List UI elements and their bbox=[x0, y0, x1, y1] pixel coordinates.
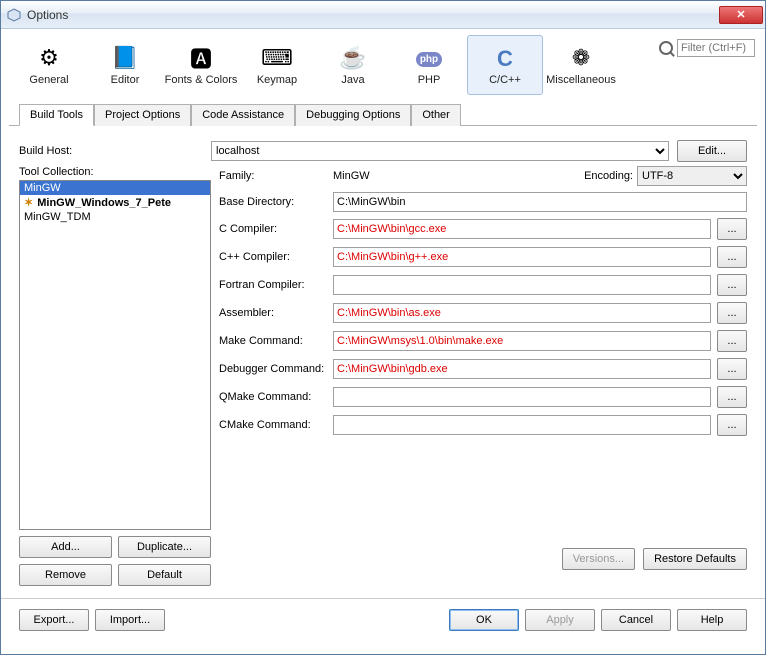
ok-button[interactable]: OK bbox=[449, 609, 519, 631]
field-input-make-command[interactable] bbox=[333, 331, 711, 351]
field-input-debugger-command[interactable] bbox=[333, 359, 711, 379]
tool-item[interactable]: ✶ MinGW_Windows_7_Pete bbox=[20, 195, 210, 210]
browse-button[interactable]: ... bbox=[717, 274, 747, 296]
remove-button[interactable]: Remove bbox=[19, 564, 112, 586]
family-label: Family: bbox=[219, 170, 327, 182]
field-label: Make Command: bbox=[219, 335, 327, 347]
edit-host-button[interactable]: Edit... bbox=[677, 140, 747, 162]
category-keymap[interactable]: ⌨ Keymap bbox=[239, 35, 315, 95]
tab-code-assistance[interactable]: Code Assistance bbox=[191, 104, 295, 126]
keymap-icon: ⌨ bbox=[263, 44, 291, 72]
field-input-cmake-command[interactable] bbox=[333, 415, 711, 435]
field-input-base-directory[interactable] bbox=[333, 192, 747, 212]
category-label: General bbox=[29, 74, 68, 86]
field-label: Assembler: bbox=[219, 307, 327, 319]
build-host-select[interactable]: localhost bbox=[211, 141, 669, 161]
encoding-select[interactable]: UTF-8 bbox=[637, 166, 747, 186]
tab-debugging-options[interactable]: Debugging Options bbox=[295, 104, 411, 126]
category-php[interactable]: php PHP bbox=[391, 35, 467, 95]
general-icon: ⚙ bbox=[35, 44, 63, 72]
family-value: MinGW bbox=[333, 170, 370, 182]
category-label: Keymap bbox=[257, 74, 297, 86]
category-miscellaneous[interactable]: ❁ Miscellaneous bbox=[543, 35, 619, 95]
php-icon: php bbox=[415, 44, 443, 72]
browse-button[interactable]: ... bbox=[717, 302, 747, 324]
duplicate-button[interactable]: Duplicate... bbox=[118, 536, 211, 558]
tool-collection-label: Tool Collection: bbox=[19, 166, 211, 178]
apply-button[interactable]: Apply bbox=[525, 609, 595, 631]
field-label: CMake Command: bbox=[219, 419, 327, 431]
tool-item-label: MinGW_Windows_7_Pete bbox=[37, 197, 171, 209]
help-button[interactable]: Help bbox=[677, 609, 747, 631]
field-label: Fortran Compiler: bbox=[219, 279, 327, 291]
close-button[interactable]: ✕ bbox=[719, 6, 763, 24]
import-button[interactable]: Import... bbox=[95, 609, 165, 631]
editor-icon: 📘 bbox=[111, 44, 139, 72]
field-input-qmake-command[interactable] bbox=[333, 387, 711, 407]
field-input-assembler[interactable] bbox=[333, 303, 711, 323]
browse-button[interactable]: ... bbox=[717, 386, 747, 408]
miscellaneous-icon: ❁ bbox=[567, 44, 595, 72]
category-label: Java bbox=[341, 74, 364, 86]
category-c-c-[interactable]: C C/C++ bbox=[467, 35, 543, 95]
field-label: C Compiler: bbox=[219, 223, 327, 235]
add-button[interactable]: Add... bbox=[19, 536, 112, 558]
tool-item[interactable]: MinGW_TDM bbox=[20, 210, 210, 224]
app-icon bbox=[7, 8, 21, 22]
field-label: C++ Compiler: bbox=[219, 251, 327, 263]
field-input-c-compiler[interactable] bbox=[333, 219, 711, 239]
browse-button[interactable]: ... bbox=[717, 218, 747, 240]
tab-project-options[interactable]: Project Options bbox=[94, 104, 191, 126]
browse-button[interactable]: ... bbox=[717, 414, 747, 436]
filter-input[interactable] bbox=[677, 39, 755, 57]
field-input-fortran-compiler[interactable] bbox=[333, 275, 711, 295]
footer: Export... Import... OK Apply Cancel Help bbox=[1, 599, 765, 641]
encoding-label: Encoding: bbox=[584, 170, 633, 182]
category-editor[interactable]: 📘 Editor bbox=[87, 35, 163, 95]
cancel-button[interactable]: Cancel bbox=[601, 609, 671, 631]
field-label: Debugger Command: bbox=[219, 363, 327, 375]
field-label: Base Directory: bbox=[219, 196, 327, 208]
title-bar: Options ✕ bbox=[1, 1, 765, 29]
category-label: Editor bbox=[111, 74, 140, 86]
category-general[interactable]: ⚙ General bbox=[11, 35, 87, 95]
restore-defaults-button[interactable]: Restore Defaults bbox=[643, 548, 747, 570]
category-label: C/C++ bbox=[489, 74, 521, 86]
category-fonts-colors[interactable]: 🅰 Fonts & Colors bbox=[163, 35, 239, 95]
tool-item[interactable]: MinGW bbox=[20, 181, 210, 195]
category-label: Fonts & Colors bbox=[165, 74, 238, 86]
tab-other[interactable]: Other bbox=[411, 104, 461, 126]
versions-button[interactable]: Versions... bbox=[562, 548, 635, 570]
browse-button[interactable]: ... bbox=[717, 358, 747, 380]
tool-item-label: MinGW bbox=[24, 182, 61, 194]
browse-button[interactable]: ... bbox=[717, 330, 747, 352]
category-label: Miscellaneous bbox=[546, 74, 616, 86]
tool-collection-list[interactable]: MinGW ✶ MinGW_Windows_7_Pete MinGW_TDM bbox=[19, 180, 211, 530]
search-icon bbox=[659, 41, 673, 55]
field-label: QMake Command: bbox=[219, 391, 327, 403]
category-toolbar: ⚙ General 📘 Editor 🅰 Fonts & Colors ⌨ Keymap ☕ Ja… bbox=[1, 29, 765, 95]
field-input-c-compiler[interactable] bbox=[333, 247, 711, 267]
java-icon: ☕ bbox=[339, 44, 367, 72]
fonts-colors-icon: 🅰 bbox=[187, 44, 215, 72]
star-icon: ✶ bbox=[24, 196, 33, 209]
export-button[interactable]: Export... bbox=[19, 609, 89, 631]
c-c--icon: C bbox=[491, 44, 519, 72]
category-java[interactable]: ☕ Java bbox=[315, 35, 391, 95]
tab-bar: Build ToolsProject OptionsCode Assistanc… bbox=[9, 95, 757, 126]
tool-item-label: MinGW_TDM bbox=[24, 211, 91, 223]
build-host-label: Build Host: bbox=[19, 145, 211, 157]
window-title: Options bbox=[27, 8, 719, 22]
category-label: PHP bbox=[418, 74, 441, 86]
browse-button[interactable]: ... bbox=[717, 246, 747, 268]
default-button[interactable]: Default bbox=[118, 564, 211, 586]
tab-build-tools[interactable]: Build Tools bbox=[19, 104, 94, 126]
